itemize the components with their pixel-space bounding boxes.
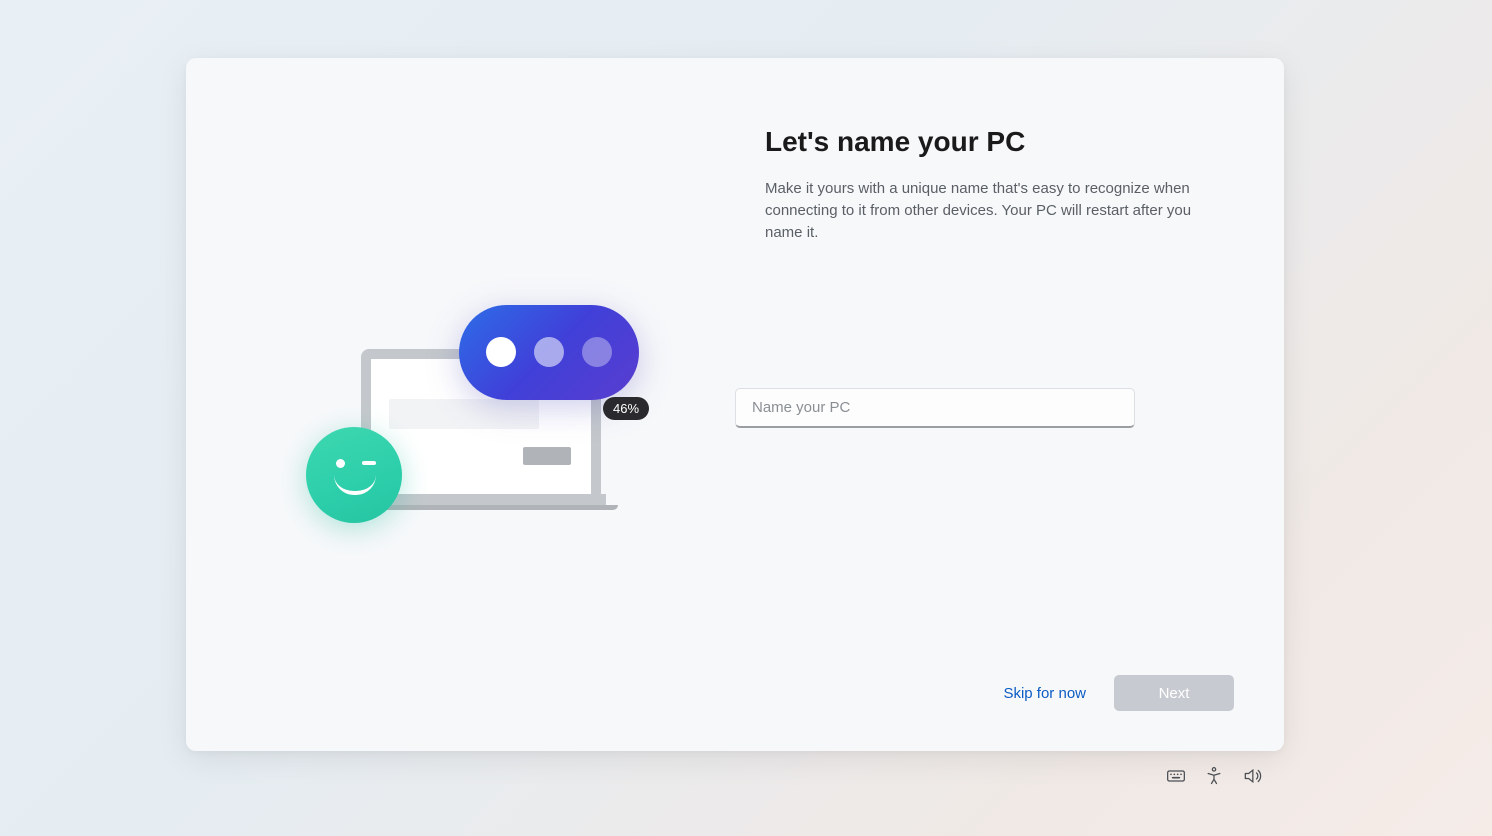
- keyboard-icon[interactable]: [1166, 766, 1186, 786]
- smiley-wink-icon: [306, 427, 402, 523]
- name-pc-illustration: [301, 285, 621, 525]
- chat-bubble-icon: [459, 305, 639, 400]
- setup-card: Let's name your PC Make it yours with a …: [186, 58, 1284, 751]
- pc-name-input[interactable]: [735, 388, 1135, 428]
- illustration-panel: [186, 58, 735, 751]
- skip-for-now-button[interactable]: Skip for now: [1003, 685, 1086, 702]
- name-input-row: 46%: [735, 388, 1284, 428]
- system-tray: [1166, 766, 1262, 786]
- page-title: Let's name your PC: [765, 126, 1224, 158]
- content-panel: Let's name your PC Make it yours with a …: [735, 58, 1284, 751]
- next-button[interactable]: Next: [1114, 675, 1234, 711]
- footer-actions: Skip for now Next: [1003, 675, 1234, 711]
- volume-icon[interactable]: [1242, 766, 1262, 786]
- accessibility-icon[interactable]: [1204, 766, 1224, 786]
- progress-badge: 46%: [603, 397, 649, 420]
- page-description: Make it yours with a unique name that's …: [765, 178, 1205, 243]
